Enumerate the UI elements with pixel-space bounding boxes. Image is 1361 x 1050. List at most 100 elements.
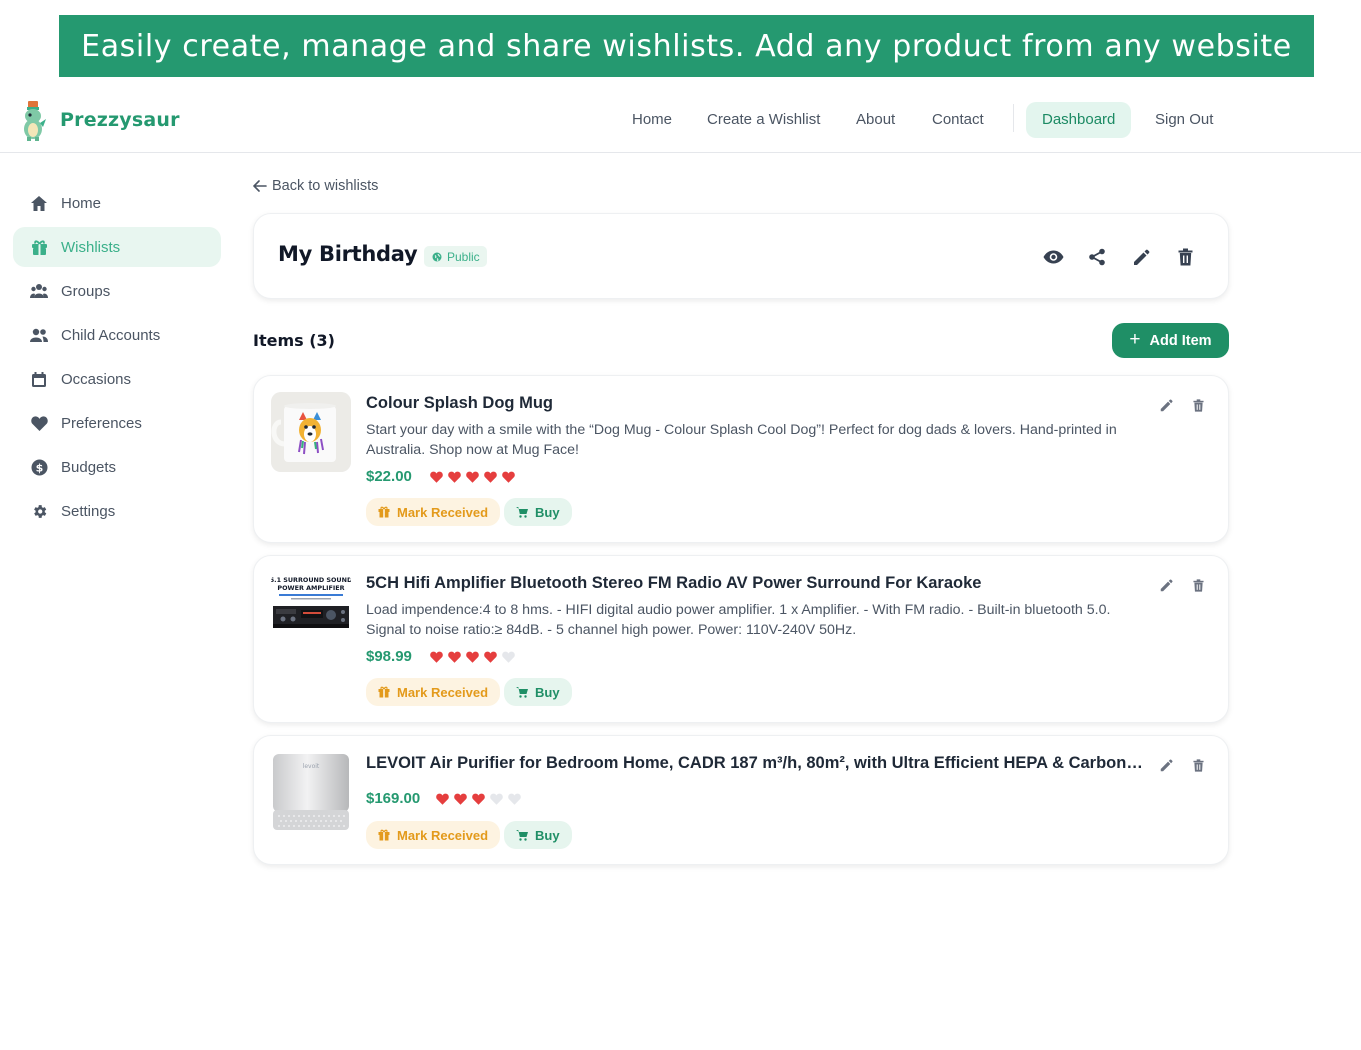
heart-empty-icon[interactable] <box>487 792 505 806</box>
mark-received-button[interactable]: Mark Received <box>366 678 501 706</box>
item-actions <box>1142 757 1206 773</box>
wishlist-item-card[interactable]: Colour Splash Dog Mug Start your day wit… <box>253 375 1229 543</box>
top-nav: Home Create a Wishlist About Contact Das… <box>0 102 1361 138</box>
home-icon <box>30 194 48 212</box>
sidebar-item-label: Groups <box>61 282 111 300</box>
item-description: Load impendence:4 to 8 hms. - HIFI digit… <box>366 602 1111 638</box>
delete-icon[interactable] <box>1190 397 1206 413</box>
item-thumbnail[interactable]: 5.1 SURROUND SOUND POWER AMPLIFIER <box>271 572 351 652</box>
edit-icon[interactable] <box>1130 246 1152 268</box>
sidebar-item-home[interactable]: Home <box>13 183 221 223</box>
sidebar-item-label: Occasions <box>61 370 132 388</box>
visibility-label: Public <box>447 249 480 264</box>
amplifier-image: 5.1 SURROUND SOUND POWER AMPLIFIER <box>271 572 351 652</box>
globe-icon <box>432 252 442 261</box>
heart-empty-icon[interactable] <box>505 792 523 806</box>
delete-icon[interactable] <box>1190 577 1206 593</box>
thumb-caption-2: POWER AMPLIFIER <box>277 584 344 592</box>
nav-divider <box>1013 104 1014 132</box>
heart-filled-icon[interactable] <box>445 470 463 484</box>
wishlist-actions <box>1020 246 1196 268</box>
back-to-wishlists-link[interactable]: Back to wishlists <box>253 178 378 194</box>
sidebar-item-label: Child Accounts <box>61 326 161 344</box>
buy-button[interactable]: Buy <box>504 498 572 526</box>
heart-filled-icon[interactable] <box>445 650 463 664</box>
mark-received-label: Mark Received <box>397 504 489 520</box>
mark-received-label: Mark Received <box>397 684 489 700</box>
item-price: $22.00 <box>366 468 412 485</box>
item-title[interactable]: 5CH Hifi Amplifier Bluetooth Stereo FM R… <box>366 574 1146 593</box>
add-item-label: Add Item <box>1149 332 1212 349</box>
thumb-caption-1: 5.1 SURROUND SOUND <box>271 576 351 584</box>
sidebar-item-occasions[interactable]: Occasions <box>13 359 221 399</box>
gift-icon <box>378 506 390 518</box>
mark-received-button[interactable]: Mark Received <box>366 498 501 526</box>
item-rating <box>427 650 517 664</box>
people-icon <box>30 326 48 344</box>
promo-banner: Easily create, manage and share wishlist… <box>59 15 1314 77</box>
heart-filled-icon[interactable] <box>481 470 499 484</box>
buy-button[interactable]: Buy <box>504 678 572 706</box>
heart-filled-icon[interactable] <box>469 792 487 806</box>
air-purifier-image: levoit <box>271 752 351 832</box>
sidebar-item-preferences[interactable]: Preferences <box>13 403 221 443</box>
delete-icon[interactable] <box>1190 757 1206 773</box>
nav-home[interactable]: Home <box>632 102 672 138</box>
item-price: $169.00 <box>366 790 421 807</box>
back-link-label: Back to wishlists <box>272 178 379 194</box>
share-icon[interactable] <box>1086 246 1108 268</box>
sidebar-item-groups[interactable]: Groups <box>13 271 221 311</box>
gift-icon <box>378 829 390 841</box>
item-price: $98.99 <box>366 648 412 665</box>
edit-icon[interactable] <box>1158 577 1174 593</box>
eye-icon[interactable] <box>1042 246 1064 268</box>
heart-filled-icon[interactable] <box>433 792 451 806</box>
add-item-button[interactable]: + Add Item <box>1112 323 1229 358</box>
item-title[interactable]: LEVOIT Air Purifier for Bedroom Home, CA… <box>366 754 1144 773</box>
calendar-icon <box>30 370 48 388</box>
heart-filled-icon[interactable] <box>451 792 469 806</box>
item-rating <box>433 792 523 806</box>
sidebar-item-settings[interactable]: Settings <box>13 491 221 531</box>
dog-mug-image <box>271 392 351 472</box>
buy-label: Buy <box>535 684 560 700</box>
heart-empty-icon[interactable] <box>499 650 517 664</box>
buy-label: Buy <box>535 504 560 520</box>
edit-icon[interactable] <box>1158 757 1174 773</box>
sidebar-item-label: Settings <box>61 502 116 520</box>
svg-text:$: $ <box>35 461 43 474</box>
sidebar-item-child-accounts[interactable]: Child Accounts <box>13 315 221 355</box>
heart-filled-icon[interactable] <box>427 470 445 484</box>
edit-icon[interactable] <box>1158 397 1174 413</box>
heart-filled-icon[interactable] <box>463 650 481 664</box>
nav-dashboard[interactable]: Dashboard <box>1026 102 1132 138</box>
nav-create-wishlist[interactable]: Create a Wishlist <box>707 102 820 138</box>
cart-icon <box>516 686 528 698</box>
nav-about[interactable]: About <box>856 102 895 138</box>
cart-icon <box>516 829 528 841</box>
wishlist-item-card[interactable]: levoit LEVOIT Air Purifier for Bedroom H… <box>253 735 1229 865</box>
gift-icon <box>30 238 48 256</box>
mark-received-button[interactable]: Mark Received <box>366 821 501 849</box>
delete-icon[interactable] <box>1174 246 1196 268</box>
promo-banner-text: Easily create, manage and share wishlist… <box>81 28 1292 64</box>
item-thumbnail[interactable]: levoit <box>271 752 351 832</box>
sidebar-item-wishlists[interactable]: Wishlists <box>13 227 221 267</box>
heart-filled-icon[interactable] <box>499 470 517 484</box>
plus-icon: + <box>1129 328 1141 350</box>
heart-filled-icon[interactable] <box>427 650 445 664</box>
item-actions <box>1142 397 1206 413</box>
nav-sign-out[interactable]: Sign Out <box>1155 102 1213 138</box>
buy-button[interactable]: Buy <box>504 821 572 849</box>
heart-icon <box>30 414 48 432</box>
item-description: Start your day with a smile with the “Do… <box>366 422 1117 458</box>
item-title[interactable]: Colour Splash Dog Mug <box>366 394 1146 413</box>
heart-filled-icon[interactable] <box>481 650 499 664</box>
sidebar-item-label: Wishlists <box>61 238 121 256</box>
item-thumbnail[interactable] <box>271 392 351 472</box>
nav-contact[interactable]: Contact <box>932 102 984 138</box>
sidebar-item-budgets[interactable]: $ Budgets <box>13 447 221 487</box>
heart-filled-icon[interactable] <box>463 470 481 484</box>
arrow-left-icon <box>253 180 267 192</box>
wishlist-item-card[interactable]: 5.1 SURROUND SOUND POWER AMPLIFIER 5CH H… <box>253 555 1229 723</box>
